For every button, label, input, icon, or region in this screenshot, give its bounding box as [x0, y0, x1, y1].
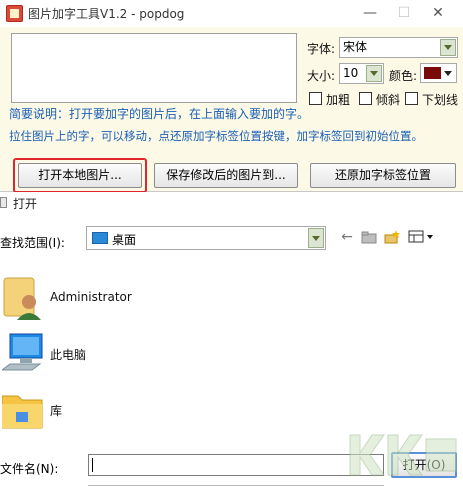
open-file-dialog: 打开 查找范围(I): 桌面 ← Administrator 此电脑 库 文件名…: [0, 192, 463, 491]
chevron-down-icon[interactable]: [308, 228, 324, 248]
app-icon: [6, 5, 23, 22]
hint-line-2: 拉住图片上的字，可以移动，点还原加字标签位置按键，加字标签回到初始位置。: [9, 129, 423, 143]
underline-checkbox[interactable]: [405, 92, 418, 105]
list-item-label: 库: [50, 404, 63, 418]
italic-label: 倾斜: [376, 93, 401, 107]
look-in-label: 查找范围(I):: [0, 236, 65, 250]
look-in-select[interactable]: 桌面: [86, 226, 326, 250]
chevron-down-icon[interactable]: [366, 65, 382, 82]
list-item[interactable]: 库: [0, 384, 300, 440]
color-picker[interactable]: [420, 63, 457, 83]
desktop-icon: [92, 232, 108, 244]
filename-label: 文件名(N):: [0, 462, 59, 476]
highlight-box: [13, 158, 147, 193]
text-caret: [92, 458, 93, 472]
color-swatch: [424, 67, 441, 79]
back-arrow-icon[interactable]: ←: [338, 229, 356, 245]
list-item-label: 此电脑: [50, 348, 87, 362]
maximize-icon: ☐: [397, 5, 411, 21]
computer-icon: [0, 328, 44, 376]
file-list[interactable]: Administrator 此电脑 库: [0, 266, 463, 446]
dialog-title: 打开: [13, 197, 38, 211]
up-folder-icon[interactable]: [360, 229, 378, 245]
kk-download-watermark: [340, 425, 460, 485]
save-modified-image-button[interactable]: 保存修改后的图片到...: [154, 163, 298, 188]
bold-label: 加粗: [326, 93, 351, 107]
new-folder-icon[interactable]: [383, 229, 401, 245]
color-label: 颜色:: [389, 69, 418, 83]
look-in-value: 桌面: [112, 233, 137, 247]
list-item[interactable]: Administrator: [0, 272, 300, 328]
bold-checkbox[interactable]: [309, 92, 322, 105]
file-type-row: [88, 485, 384, 491]
size-label: 大小:: [307, 69, 336, 83]
underline-label: 下划线: [422, 93, 459, 107]
dialog-icon: [0, 197, 7, 208]
library-folder-icon: [1, 384, 44, 432]
hint-line-1: 简要说明：打开要加字的图片后，在上面输入要加的字。: [9, 107, 310, 121]
font-select-value: 宋体: [343, 40, 368, 54]
font-label: 字体:: [307, 42, 336, 56]
minimize-icon[interactable]: —: [357, 2, 383, 24]
user-folder-icon: [2, 272, 44, 320]
font-select[interactable]: 宋体: [339, 37, 458, 58]
size-select-value: 10: [343, 66, 359, 80]
image-text-tool-window: 图片加字工具V1.2 - popdog — ☐ ✕ 字体: 宋体 大小: 10 …: [0, 0, 463, 193]
text-input-area[interactable]: [11, 33, 297, 103]
close-icon[interactable]: ✕: [425, 2, 451, 24]
title-bar: 图片加字工具V1.2 - popdog — ☐ ✕: [0, 0, 463, 27]
chevron-down-icon[interactable]: [440, 39, 456, 56]
dropdown-arrow-icon[interactable]: [444, 71, 452, 76]
italic-checkbox[interactable]: [359, 92, 372, 105]
window-title: 图片加字工具V1.2 - popdog: [28, 7, 185, 21]
list-item[interactable]: 此电脑: [0, 328, 300, 384]
reset-label-position-button[interactable]: 还原加字标签位置: [310, 163, 456, 188]
view-menu-icon[interactable]: [407, 229, 437, 245]
size-select[interactable]: 10: [339, 63, 384, 84]
list-item-label: Administrator: [50, 290, 132, 304]
